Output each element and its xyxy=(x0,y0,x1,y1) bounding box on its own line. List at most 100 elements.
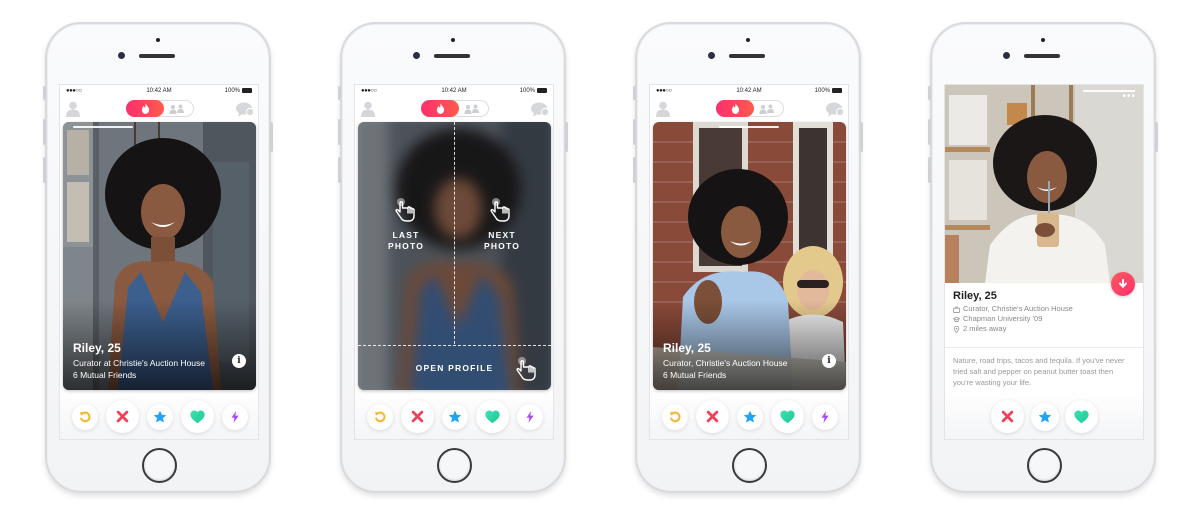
profile-job-row: Curator, Christie's Auction House xyxy=(953,304,1135,314)
like-button[interactable] xyxy=(476,400,509,433)
rewind-button[interactable] xyxy=(662,404,688,430)
x-icon xyxy=(116,410,129,423)
info-button[interactable]: i xyxy=(232,354,246,368)
action-bar xyxy=(945,399,1143,435)
tap-hand-icon xyxy=(515,357,537,381)
profile-card[interactable]: Riley, 25 Curator at Christie's Auction … xyxy=(63,122,256,390)
boost-button[interactable] xyxy=(812,404,838,430)
nope-button[interactable] xyxy=(401,400,434,433)
card-name: Riley, 25 xyxy=(663,341,711,355)
chat-icon[interactable] xyxy=(236,102,254,117)
more-options-icon[interactable]: ••• xyxy=(1122,92,1136,102)
tap-hand-icon xyxy=(394,198,416,222)
rewind-icon xyxy=(669,411,681,423)
profile-icon[interactable] xyxy=(66,101,80,117)
tap-zone-divider-horizontal xyxy=(358,345,551,346)
boost-button[interactable] xyxy=(222,404,248,430)
x-icon xyxy=(411,410,424,423)
action-bar xyxy=(650,399,848,435)
tap-zone-divider-vertical xyxy=(454,122,455,344)
phone-side-button xyxy=(1155,122,1158,152)
star-icon xyxy=(1039,411,1051,423)
profile-card[interactable]: Riley, 25 Curator, Christie's Auction Ho… xyxy=(653,122,846,390)
star-icon xyxy=(449,411,461,423)
phone-1: ●●●○○ 10:42 AM 100% Riley, 25 Curator at… xyxy=(43,22,273,493)
phone-camera xyxy=(118,52,125,59)
chat-icon[interactable] xyxy=(531,102,549,117)
home-button[interactable] xyxy=(437,448,472,483)
phone-sensor xyxy=(156,38,160,42)
toggle-swipe-active[interactable] xyxy=(716,100,754,117)
home-button[interactable] xyxy=(142,448,177,483)
phone-speaker xyxy=(1024,54,1060,58)
superlike-button[interactable] xyxy=(737,404,763,430)
phone-side-button xyxy=(565,122,568,152)
profile-card-tutorial[interactable]: LAST PHOTO NEXT PHOTO OPEN PROFILE xyxy=(358,122,551,390)
card-info: Riley, 25 Curator at Christie's Auction … xyxy=(73,341,205,381)
profile-name: Riley, 25 xyxy=(953,290,997,302)
superlike-button[interactable] xyxy=(147,404,173,430)
tap-hand-icon xyxy=(489,198,511,222)
profile-school: Chapman University '09 xyxy=(963,314,1043,323)
phone-speaker xyxy=(139,54,175,58)
last-photo-hint[interactable]: LAST PHOTO xyxy=(378,230,434,252)
phone-3: ●●●○○ 10:42 AM 100% Riley, 25 Curator, C… xyxy=(633,22,863,493)
profile-photo xyxy=(945,85,1143,283)
lightning-icon xyxy=(526,411,534,423)
chat-icon[interactable] xyxy=(826,102,844,117)
phone-speaker xyxy=(434,54,470,58)
phone-speaker xyxy=(729,54,765,58)
phone-side-button xyxy=(860,122,863,152)
social-group-icon[interactable] xyxy=(169,104,185,114)
toggle-swipe-active[interactable] xyxy=(421,100,459,117)
rewind-icon xyxy=(374,411,386,423)
battery-indicator: 100% xyxy=(225,88,252,94)
x-icon xyxy=(706,410,719,423)
profile-distance-row: 2 miles away xyxy=(953,324,1135,334)
next-photo-label-2: PHOTO xyxy=(483,241,521,251)
mode-toggle[interactable] xyxy=(126,100,194,117)
heart-icon xyxy=(1074,410,1089,424)
card-mutual-friends: 6 Mutual Friends xyxy=(663,370,727,380)
nope-button[interactable] xyxy=(696,400,729,433)
like-button[interactable] xyxy=(771,400,804,433)
card-job: Curator, Christie's Auction House xyxy=(663,358,788,368)
battery-percent: 100% xyxy=(224,88,240,95)
phone-4: ••• Riley, 25 Curator, Christie's Auctio… xyxy=(928,22,1158,493)
star-icon xyxy=(154,411,166,423)
info-button[interactable]: i xyxy=(822,354,836,368)
battery-indicator: 100% xyxy=(815,88,842,94)
next-photo-hint[interactable]: NEXT PHOTO xyxy=(474,230,530,252)
toggle-swipe-active[interactable] xyxy=(126,100,164,117)
profile-icon[interactable] xyxy=(656,101,670,117)
social-group-icon[interactable] xyxy=(759,104,775,114)
home-button[interactable] xyxy=(732,448,767,483)
superlike-button[interactable] xyxy=(442,404,468,430)
open-profile-hint[interactable]: OPEN PROFILE xyxy=(398,363,511,374)
home-button[interactable] xyxy=(1027,448,1062,483)
next-photo-label-1: NEXT xyxy=(488,230,516,240)
battery-icon xyxy=(537,88,547,93)
rewind-button[interactable] xyxy=(367,404,393,430)
profile-job: Curator, Christie's Auction House xyxy=(963,304,1073,313)
mode-toggle[interactable] xyxy=(716,100,784,117)
arrow-down-icon xyxy=(1118,279,1128,289)
card-info: Riley, 25 Curator, Christie's Auction Ho… xyxy=(663,341,787,381)
like-button[interactable] xyxy=(1065,400,1098,433)
heart-icon xyxy=(190,410,205,424)
superlike-button[interactable] xyxy=(1031,403,1059,431)
profile-icon[interactable] xyxy=(361,101,375,117)
profile-detail-photo-area[interactable]: ••• xyxy=(945,85,1143,283)
phone-sensor xyxy=(746,38,750,42)
boost-button[interactable] xyxy=(517,404,543,430)
mode-toggle[interactable] xyxy=(421,100,489,117)
nope-button[interactable] xyxy=(991,400,1024,433)
rewind-button[interactable] xyxy=(72,404,98,430)
social-group-icon[interactable] xyxy=(464,104,480,114)
flame-icon xyxy=(141,103,150,114)
nope-button[interactable] xyxy=(106,400,139,433)
phone-camera xyxy=(708,52,715,59)
flame-icon xyxy=(731,103,740,114)
screen-tutorial: ●●●○○ 10:42 AM 100% LAST PHOTO NEXT PHOT… xyxy=(354,84,554,440)
like-button[interactable] xyxy=(181,400,214,433)
